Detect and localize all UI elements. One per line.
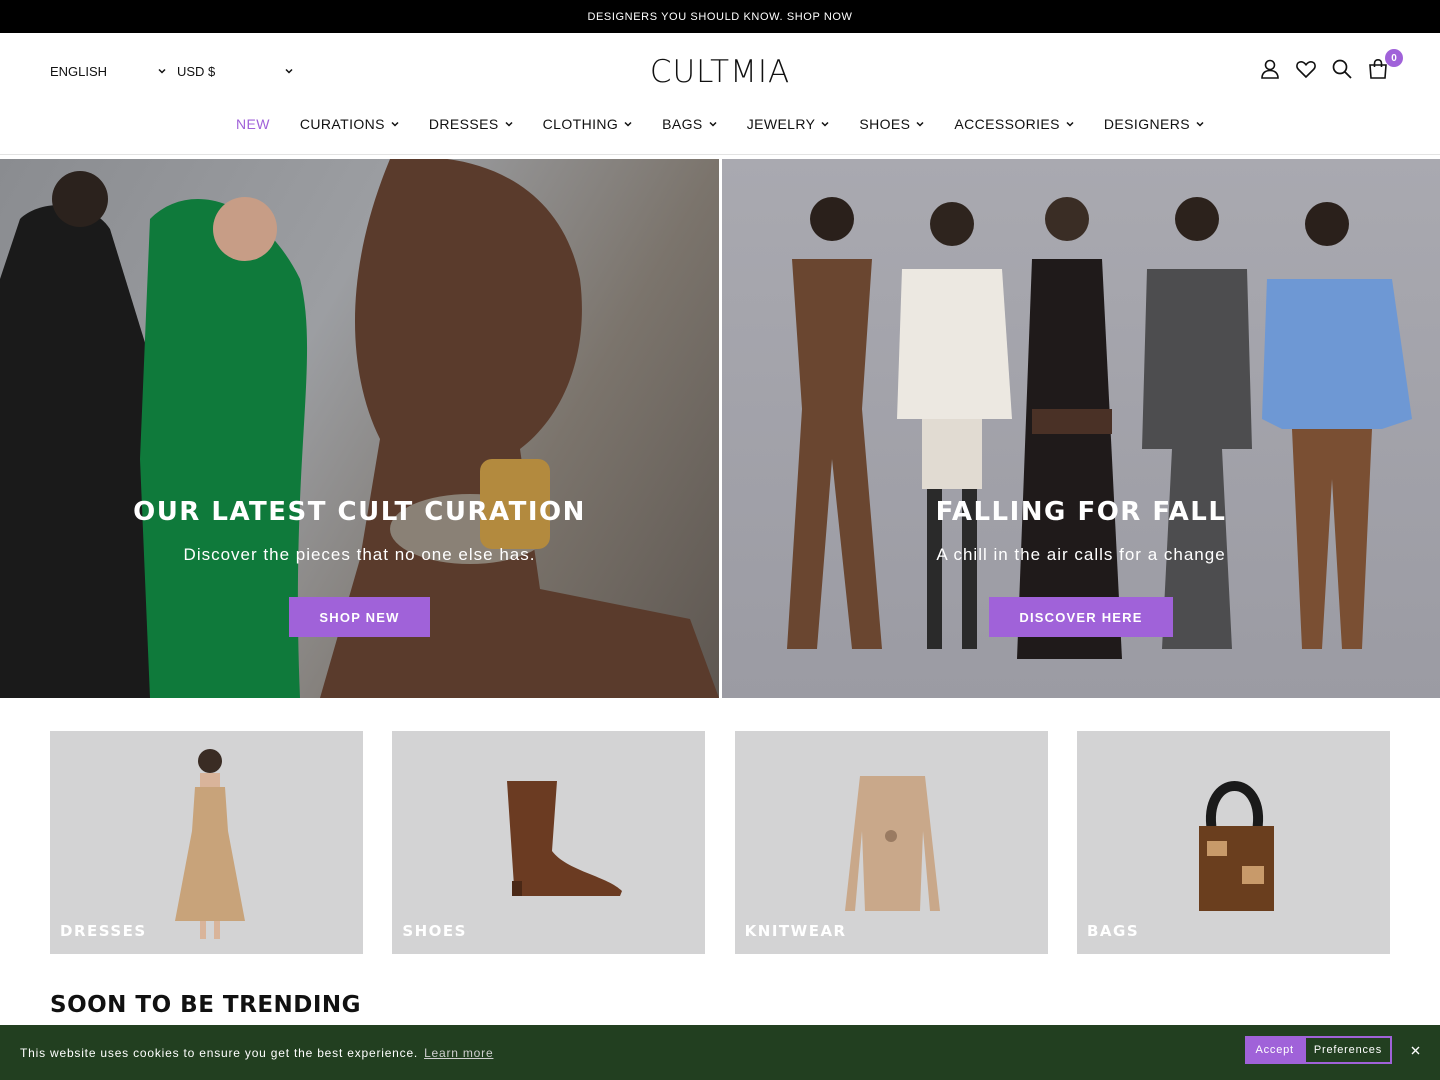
nav-item-label: NEW [236, 116, 270, 132]
nav-item-label: CURATIONS [299, 116, 385, 132]
announcement-text[interactable]: DESIGNERS YOU SHOULD KNOW. SHOP NOW [587, 11, 852, 23]
hero-banners: OUR LATEST CULT CURATION Discover the pi… [0, 159, 1440, 698]
hero-banner-cult-curation[interactable]: OUR LATEST CULT CURATION Discover the pi… [0, 159, 719, 698]
account-icon[interactable] [1258, 57, 1282, 81]
chevron-down-icon [624, 121, 632, 127]
site-header: ENGLISH USD $ CULTMIA 0 NEW CURATIONS DR… [0, 33, 1440, 155]
cookie-message: This website uses cookies to ensure you … [20, 1045, 419, 1060]
boot-image [507, 781, 623, 896]
category-tile-bags[interactable]: BAGS [1076, 731, 1390, 954]
chevron-down-icon [505, 121, 513, 127]
nav-item-bags[interactable]: BAGS [647, 115, 732, 133]
close-icon[interactable] [1408, 1043, 1422, 1057]
nav-item-accessories[interactable]: ACCESSORIES [939, 115, 1089, 133]
currency-value: USD $ [177, 63, 216, 79]
nav-item-label: CLOTHING [542, 116, 619, 132]
nav-item-jewelry[interactable]: JEWELRY [732, 115, 845, 133]
hero-subtitle: Discover the pieces that no one else has… [183, 545, 536, 564]
nav-item-label: BAGS [662, 116, 703, 132]
main-nav: NEW CURATIONS DRESSES CLOTHING BAGS JEWE… [0, 115, 1440, 133]
nav-item-shoes[interactable]: SHOES [844, 115, 939, 133]
hero-title: FALLING FOR FALL [935, 497, 1227, 527]
nav-item-label: SHOES [859, 116, 911, 132]
category-label: SHOES [402, 922, 467, 940]
wishlist-heart-icon[interactable] [1294, 57, 1318, 81]
cart-count-badge: 0 [1385, 49, 1403, 67]
dress-image [175, 749, 245, 939]
hero-subtitle: A chill in the air calls for a change [936, 545, 1226, 564]
locale-selectors: ENGLISH USD $ [50, 61, 294, 81]
accept-button[interactable]: Accept [1245, 1036, 1304, 1064]
nav-item-label: DESIGNERS [1103, 116, 1190, 132]
site-logo[interactable]: CULTMIA [650, 54, 790, 90]
announcement-bar[interactable]: DESIGNERS YOU SHOULD KNOW. SHOP NOW [0, 0, 1440, 33]
hero-content: OUR LATEST CULT CURATION Discover the pi… [0, 497, 719, 637]
cardigan-image [844, 776, 940, 911]
preferences-button[interactable]: Preferences [1303, 1036, 1392, 1064]
learn-more-link[interactable]: Learn more [424, 1046, 493, 1060]
nav-item-label: DRESSES [428, 116, 499, 132]
section-title: SOON TO BE TRENDING [50, 992, 362, 1018]
nav-item-new[interactable]: NEW [221, 115, 285, 133]
chevron-down-icon [157, 66, 167, 76]
category-tile-shoes[interactable]: SHOES [392, 731, 706, 954]
hero-banner-falling-for-fall[interactable]: FALLING FOR FALL A chill in the air call… [722, 159, 1440, 698]
cookie-actions: Accept Preferences [1245, 1036, 1422, 1064]
cart-bag-icon[interactable]: 0 [1366, 49, 1403, 81]
nav-item-dresses[interactable]: DRESSES [414, 115, 528, 133]
chevron-down-icon [916, 121, 924, 127]
chevron-down-icon [1066, 121, 1074, 127]
category-tile-knitwear[interactable]: KNITWEAR [734, 731, 1048, 954]
category-tile-dresses[interactable]: DRESSES [50, 731, 363, 954]
language-value: ENGLISH [50, 63, 108, 79]
chevron-down-icon [821, 121, 829, 127]
language-select[interactable]: ENGLISH [50, 61, 167, 81]
chevron-down-icon [709, 121, 717, 127]
nav-item-curations[interactable]: CURATIONS [285, 115, 414, 133]
nav-item-designers[interactable]: DESIGNERS [1089, 115, 1219, 133]
hero-title: OUR LATEST CULT CURATION [133, 497, 586, 527]
shop-new-button[interactable]: SHOP NEW [289, 597, 430, 637]
bag-image [1198, 781, 1274, 911]
nav-item-clothing[interactable]: CLOTHING [528, 115, 648, 133]
category-label: KNITWEAR [744, 922, 847, 940]
nav-item-label: JEWELRY [746, 116, 816, 132]
category-label: BAGS [1086, 922, 1140, 940]
cookie-banner: This website uses cookies to ensure you … [0, 1025, 1440, 1080]
chevron-down-icon [391, 121, 399, 127]
category-tiles: DRESSES SHOES KNITWEAR BAGS [50, 731, 1390, 954]
hero-content: FALLING FOR FALL A chill in the air call… [722, 497, 1440, 637]
currency-select[interactable]: USD $ [177, 61, 294, 81]
discover-here-button[interactable]: DISCOVER HERE [989, 597, 1173, 637]
search-icon[interactable] [1330, 57, 1354, 81]
chevron-down-icon [1196, 121, 1204, 127]
nav-item-label: ACCESSORIES [954, 116, 1060, 132]
category-label: DRESSES [60, 922, 147, 940]
chevron-down-icon [284, 66, 294, 76]
header-icons: 0 [1258, 49, 1403, 81]
